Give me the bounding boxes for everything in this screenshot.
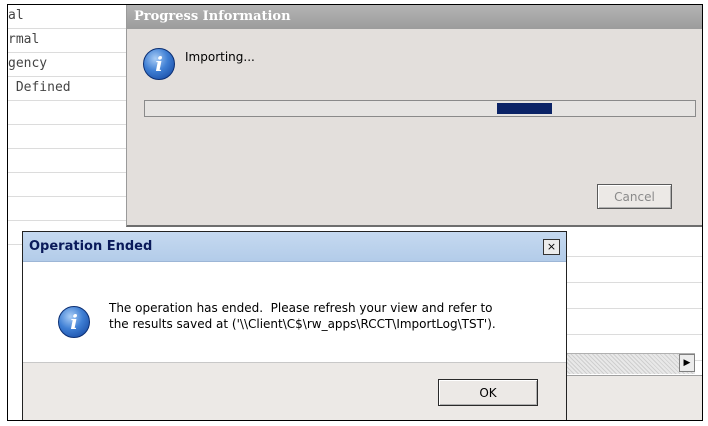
cancel-button[interactable]: Cancel [597,184,672,209]
info-icon: i [58,306,90,338]
list-item[interactable]: Defined [8,77,126,101]
operation-ended-dialog: Operation Ended × i The operation has en… [22,231,567,420]
background-list: al rmal gency Defined [8,5,126,245]
list-item-label: gency [8,56,48,71]
progress-bar [144,100,696,117]
app-frame: al rmal gency Defined ▶ Progress Informa… [7,4,703,421]
operation-dialog-titlebar[interactable]: Operation Ended × [23,232,566,262]
list-item-label: Defined [8,80,71,95]
list-item[interactable]: gency [8,53,126,77]
table-row[interactable] [558,309,702,335]
progress-dialog: Progress Information i Importing... Canc… [126,5,702,227]
progress-dialog-title: Progress Information [134,9,291,24]
progress-dialog-titlebar[interactable]: Progress Information [127,5,702,29]
operation-message: The operation has ended. Please refresh … [109,300,549,332]
operation-message-line2: the results saved at ('\\Client\C$\rw_ap… [109,317,496,331]
arrow-right-icon: ▶ [683,358,691,368]
scroll-right-button[interactable]: ▶ [679,354,695,372]
info-icon: i [143,48,175,80]
close-icon: × [546,240,557,253]
list-item[interactable] [8,149,126,173]
close-button[interactable]: × [543,239,560,255]
background-table-rows [558,231,702,361]
operation-message-line1: The operation has ended. Please refresh … [109,301,493,315]
background-panel-footer [558,375,702,420]
progress-message: Importing... [185,50,255,64]
list-item[interactable] [8,173,126,197]
list-item-label: rmal [8,32,40,47]
horizontal-scrollbar[interactable]: ▶ [565,353,695,374]
list-item[interactable] [8,197,126,221]
list-item-label: al [8,8,24,23]
table-row[interactable] [558,283,702,309]
list-item[interactable]: al [8,5,126,29]
operation-dialog-title: Operation Ended [29,239,153,254]
list-item[interactable]: rmal [8,29,126,53]
table-row[interactable] [558,257,702,283]
operation-dialog-footer: OK [23,362,566,420]
progress-bar-fill [497,103,552,114]
ok-button[interactable]: OK [438,379,538,406]
operation-dialog-body: i The operation has ended. Please refres… [23,262,566,362]
list-item[interactable] [8,125,126,149]
table-row[interactable] [558,231,702,257]
list-item[interactable] [8,101,126,125]
